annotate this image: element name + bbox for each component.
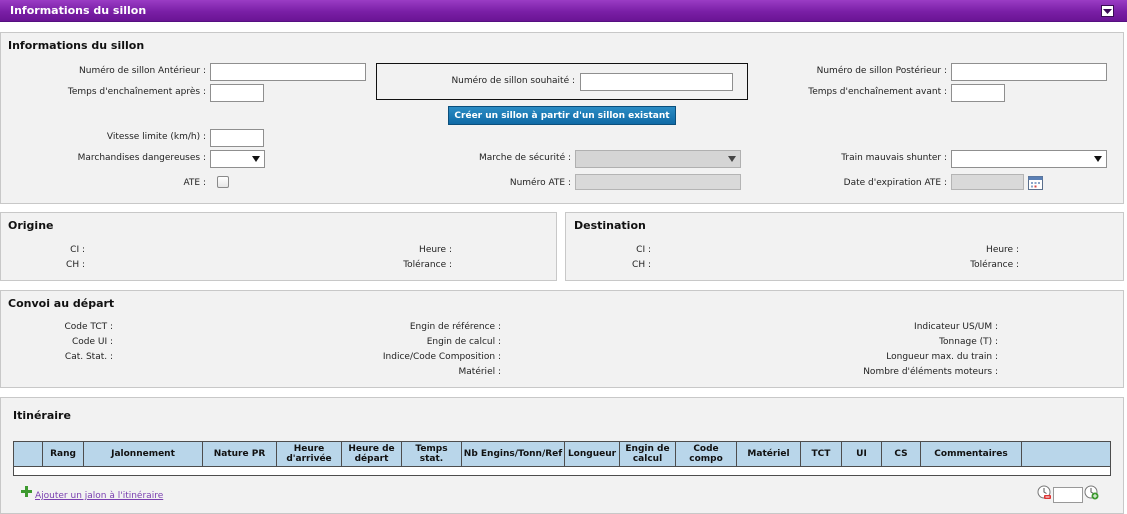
clock-plus-icon[interactable] bbox=[1084, 485, 1099, 503]
plus-icon[interactable] bbox=[21, 486, 32, 500]
numero-ate-label: Numéro ATE : bbox=[509, 178, 571, 188]
column-header[interactable]: Temps stat. bbox=[401, 441, 462, 467]
tonnage-label: Tonnage (T) : bbox=[939, 337, 998, 347]
pager-input[interactable] bbox=[1053, 487, 1083, 503]
destination-ch-label: CH : bbox=[632, 260, 651, 270]
column-header[interactable]: Nb Engins/Tonn/Ref bbox=[461, 441, 565, 467]
convoi-title: Convoi au départ bbox=[8, 297, 115, 310]
window-title: Informations du sillon bbox=[10, 4, 147, 17]
destination-title: Destination bbox=[574, 219, 646, 232]
empty-row-cell bbox=[13, 466, 1111, 476]
ate-checkbox[interactable] bbox=[217, 176, 229, 188]
temps-apres-label: Temps d'enchaînement après : bbox=[67, 87, 206, 97]
engin-calcul-label: Engin de calcul : bbox=[426, 337, 501, 347]
train-shunter-select[interactable] bbox=[951, 150, 1107, 168]
column-header[interactable]: Rang bbox=[42, 441, 84, 467]
numero-posterieur-label: Numéro de sillon Postérieur : bbox=[816, 66, 947, 76]
column-header bbox=[1021, 441, 1111, 467]
column-header[interactable]: UI bbox=[841, 441, 882, 467]
itineraire-title: Itinéraire bbox=[13, 409, 71, 422]
column-header[interactable]: Nature PR bbox=[202, 441, 277, 467]
column-header[interactable]: Commentaires bbox=[920, 441, 1022, 467]
numero-anterieur-label: Numéro de sillon Antérieur : bbox=[79, 66, 206, 76]
vitesse-input[interactable] bbox=[210, 129, 264, 147]
temps-apres-input[interactable] bbox=[210, 84, 264, 102]
column-header[interactable]: TCT bbox=[800, 441, 842, 467]
indice-label: Indice/Code Composition : bbox=[382, 352, 501, 362]
destination-ci-label: CI : bbox=[636, 245, 651, 255]
destination-heure-label: Heure : bbox=[986, 245, 1019, 255]
origine-title: Origine bbox=[8, 219, 54, 232]
temps-avant-input[interactable] bbox=[951, 84, 1005, 102]
numero-souhaite-label: Numéro de sillon souhaité : bbox=[451, 76, 575, 86]
nb-moteurs-label: Nombre d'éléments moteurs : bbox=[863, 367, 998, 377]
origine-tolerance-label: Tolérance : bbox=[403, 260, 452, 270]
longueur-max-label: Longueur max. du train : bbox=[886, 352, 998, 362]
origine-heure-label: Heure : bbox=[419, 245, 452, 255]
calendar-icon[interactable] bbox=[1028, 175, 1043, 190]
column-header bbox=[13, 441, 43, 467]
origine-ch-label: CH : bbox=[66, 260, 85, 270]
info-panel-title: Informations du sillon bbox=[8, 39, 145, 52]
add-jalon-link[interactable]: Ajouter un jalon à l'itinéraire bbox=[35, 491, 163, 501]
materiel-label: Matériel : bbox=[458, 367, 501, 377]
destination-tolerance-label: Tolérance : bbox=[970, 260, 1019, 270]
numero-posterieur-input[interactable] bbox=[951, 63, 1107, 81]
temps-avant-label: Temps d'enchaînement avant : bbox=[808, 87, 947, 97]
train-shunter-label: Train mauvais shunter : bbox=[841, 153, 947, 163]
column-header[interactable]: Engin de calcul bbox=[619, 441, 676, 467]
date-ate-label: Date d'expiration ATE : bbox=[843, 178, 947, 188]
code-ui-label: Code UI : bbox=[71, 337, 113, 347]
vitesse-label: Vitesse limite (km/h) : bbox=[106, 132, 206, 142]
table-header-row: Rang Jalonnement Nature PR Heure d'arriv… bbox=[13, 441, 1111, 467]
clock-minus-icon[interactable] bbox=[1037, 485, 1052, 503]
numero-anterieur-input[interactable] bbox=[210, 63, 366, 81]
indicateur-label: Indicateur US/UM : bbox=[914, 322, 998, 332]
origine-ci-label: CI : bbox=[70, 245, 85, 255]
column-header[interactable]: Heure d'arrivée bbox=[276, 441, 342, 467]
column-header[interactable]: Longueur bbox=[564, 441, 620, 467]
cat-stat-label: Cat. Stat. : bbox=[64, 352, 113, 362]
create-sillon-button[interactable]: Créer un sillon à partir d'un sillon exi… bbox=[448, 106, 676, 125]
column-header[interactable]: Matériel bbox=[736, 441, 801, 467]
window-title-bar: Informations du sillon bbox=[0, 0, 1127, 22]
code-tct-label: Code TCT : bbox=[64, 322, 113, 332]
marche-securite-select[interactable] bbox=[575, 150, 741, 168]
numero-ate-input[interactable] bbox=[575, 174, 741, 190]
column-header[interactable]: Jalonnement bbox=[83, 441, 203, 467]
itineraire-table: Rang Jalonnement Nature PR Heure d'arriv… bbox=[13, 441, 1111, 476]
chevron-down-icon bbox=[1094, 156, 1102, 162]
marchandises-select[interactable] bbox=[210, 150, 265, 168]
column-header[interactable]: Code compo bbox=[675, 441, 737, 467]
numero-souhaite-input[interactable] bbox=[580, 73, 733, 91]
ate-label: ATE : bbox=[183, 178, 206, 188]
marchandises-label: Marchandises dangereuses : bbox=[77, 153, 206, 163]
column-header[interactable]: CS bbox=[881, 441, 921, 467]
chevron-down-icon bbox=[728, 156, 736, 162]
column-header[interactable]: Heure de départ bbox=[341, 441, 402, 467]
engin-ref-label: Engin de référence : bbox=[409, 322, 501, 332]
date-ate-input[interactable] bbox=[951, 174, 1024, 190]
chevron-down-icon bbox=[252, 156, 260, 162]
chevron-down-icon[interactable] bbox=[1101, 5, 1114, 17]
table-row bbox=[13, 466, 1111, 476]
marche-securite-label: Marche de sécurité : bbox=[479, 153, 571, 163]
